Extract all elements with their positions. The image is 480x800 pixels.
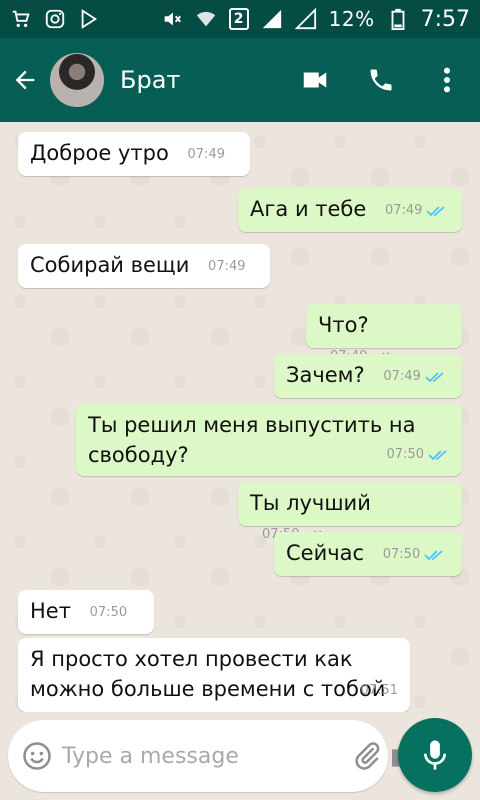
message-time: 07:50: [386, 447, 424, 462]
avatar[interactable]: [50, 53, 104, 107]
paperclip-icon: [355, 742, 380, 770]
message-list: Доброе утро 07:49 Ага и тебе 07:49 Собир…: [0, 122, 480, 712]
message-bubble[interactable]: Ты решил меня выпустить на свободу? 07:5…: [76, 404, 462, 476]
voice-message-button[interactable]: [398, 718, 472, 792]
status-bar: 2 12% 7:57: [0, 0, 480, 38]
phone-icon: [370, 69, 392, 91]
microphone-icon: [423, 740, 447, 770]
chat-header: Брат: [0, 38, 480, 122]
more-options-button[interactable]: [414, 38, 480, 122]
double-check-icon: [426, 206, 446, 217]
message-bubble[interactable]: Ты лучший 07:50: [238, 482, 462, 542]
message-text: Собирай вещи: [30, 253, 190, 277]
video-camera-icon: [303, 72, 327, 88]
attach-button[interactable]: [352, 735, 382, 777]
message-bubble[interactable]: Доброе утро 07:49: [18, 132, 250, 176]
mute-icon: [161, 8, 183, 30]
message-composer: [8, 720, 416, 792]
clock: 7:57: [420, 6, 470, 32]
double-check-icon: [428, 450, 447, 461]
message-input[interactable]: [52, 743, 346, 769]
message-time: 07:49: [384, 203, 423, 218]
message-time: 07:49: [208, 259, 246, 274]
message-text: Ты лучший: [250, 491, 371, 515]
message-bubble[interactable]: Зачем? 07:49: [274, 354, 462, 398]
message-time: 07:49: [187, 147, 225, 162]
message-time: 07:49: [383, 369, 421, 384]
message-bubble[interactable]: Я просто хотел провести как можно больше…: [18, 638, 410, 712]
emoji-button[interactable]: [22, 736, 52, 776]
message-text: Что?: [318, 313, 369, 337]
sim-indicator: 2: [228, 8, 249, 30]
message-time: 07:50: [89, 605, 128, 620]
arrow-left-icon: [15, 70, 35, 90]
double-check-icon: [424, 550, 443, 561]
video-call-button[interactable]: [282, 38, 348, 122]
more-vert-icon: [443, 67, 451, 93]
double-check-icon: [425, 372, 444, 383]
battery-icon: [387, 8, 409, 30]
instagram-icon: [44, 8, 66, 30]
message-text: Ага и тебе: [250, 197, 367, 221]
message-text: Сейчас: [286, 541, 365, 565]
message-time: 07:51: [360, 683, 398, 698]
battery-percent: 12%: [328, 7, 375, 31]
message-text: Зачем?: [286, 363, 365, 387]
contact-name[interactable]: Брат: [120, 66, 282, 94]
message-bubble[interactable]: Нет 07:50: [18, 590, 154, 634]
back-button[interactable]: [0, 38, 50, 122]
message-bubble[interactable]: Сейчас 07:50: [274, 532, 462, 576]
message-bubble[interactable]: Что? 07:49: [306, 304, 462, 364]
message-text: Доброе утро: [30, 141, 169, 165]
message-text: Я просто хотел провести как можно больше…: [30, 647, 386, 701]
emoji-icon: [23, 742, 51, 770]
message-bubble[interactable]: Собирай вещи 07:49: [18, 244, 270, 288]
signal-icon-2: [294, 8, 317, 30]
message-bubble[interactable]: Ага и тебе 07:49: [238, 188, 462, 232]
shopping-cart-icon: [10, 8, 32, 30]
message-time: 07:50: [382, 547, 421, 562]
voice-call-button[interactable]: [348, 38, 414, 122]
message-text: Нет: [30, 599, 71, 623]
play-store-icon: [78, 8, 100, 30]
signal-icon: [261, 8, 283, 30]
wifi-icon: [195, 8, 217, 30]
